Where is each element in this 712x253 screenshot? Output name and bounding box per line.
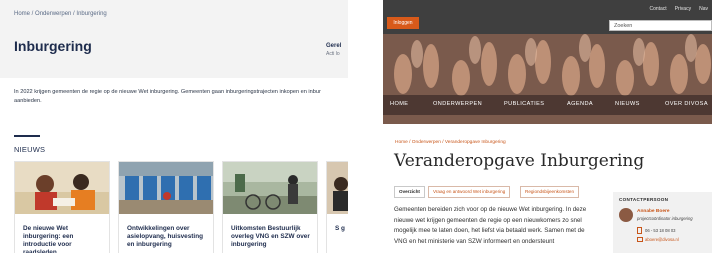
top-links: Contact Privacy Nav: [641, 6, 708, 12]
news-card-title: De nieuwe Wet inburgering: een introduct…: [23, 225, 74, 253]
news-card-image: [15, 162, 109, 214]
breadcrumb[interactable]: Home / Onderwerpen / Veranderopgave Inbu…: [395, 140, 506, 145]
login-button[interactable]: Inloggen: [387, 17, 419, 29]
nav-item-nieuws[interactable]: NIEUWS: [615, 101, 640, 107]
news-card[interactable]: Ontwikkelingen over asielopvang, huisves…: [118, 161, 214, 253]
screenshot-root: Home / Onderwerpen / Inburgering Inburge…: [0, 0, 712, 253]
news-card-image: [119, 162, 213, 214]
contact-heading: CONTACTPERSOON: [619, 197, 669, 202]
breadcrumb-home[interactable]: Home: [14, 11, 30, 17]
news-card-title: S g: [335, 225, 345, 232]
section-divider: [14, 135, 40, 137]
news-heading: NIEUWS: [14, 145, 46, 154]
related-label[interactable]: Gerel: [326, 43, 341, 49]
mail-icon: [637, 237, 643, 242]
page-title: Inburgering: [14, 38, 92, 54]
left-page: Home / Onderwerpen / Inburgering Inburge…: [0, 0, 348, 253]
nav-item-publicaties[interactable]: PUBLICATIES: [504, 101, 544, 107]
breadcrumb-onderwerpen[interactable]: Onderwerpen: [35, 11, 71, 17]
news-card[interactable]: Uitkomsten Bestuurlijk overleg VNG en SZ…: [222, 161, 318, 253]
nav-item-over-divosa[interactable]: OVER DIVOSA: [665, 101, 708, 107]
nav-item-agenda[interactable]: AGENDA: [567, 101, 593, 107]
top-link-privacy[interactable]: Privacy: [675, 6, 691, 12]
page-title: Veranderopgave Inburgering: [394, 151, 645, 171]
nav-item-onderwerpen[interactable]: ONDERWERPEN: [433, 101, 482, 107]
contact-name[interactable]: Annabe Boere: [637, 209, 670, 214]
news-card-title: Ontwikkelingen over asielopvang, huisves…: [127, 225, 203, 248]
breadcrumb: Home / Onderwerpen / Inburgering: [14, 11, 107, 17]
tab-vraag-en-antwoord[interactable]: Vraag en antwoord Wet inburgering: [428, 186, 511, 198]
contact-phone[interactable]: 06 - 53 18 08 03: [645, 228, 676, 233]
contact-card: CONTACTPERSOON Annabe Boere projectcoörd…: [613, 192, 712, 253]
news-card[interactable]: De nieuwe Wet inburgering: een introduct…: [14, 161, 110, 253]
news-card[interactable]: S g: [326, 161, 348, 253]
news-card-image: [327, 162, 348, 214]
search-input[interactable]: Zoeken: [609, 20, 712, 31]
tab-overzicht[interactable]: Overzicht: [394, 186, 425, 198]
nav-item-home[interactable]: HOME: [390, 101, 408, 107]
contact-email[interactable]: aboere@divosa.nl: [645, 237, 679, 242]
top-link-contact[interactable]: Contact: [649, 6, 666, 12]
avatar: [619, 208, 633, 222]
phone-icon: [637, 227, 642, 234]
news-card-image: [223, 162, 317, 214]
right-page: Contact Privacy Nav Inloggen Zoeken HOME…: [383, 0, 712, 253]
contact-role: projectcoördinator inburgering: [637, 216, 693, 221]
intro-text: In 2022 krijgen gemeenten de regie op de…: [14, 89, 321, 104]
tab-regiobijeenkomsten[interactable]: Regiondsbijeenkomsten: [520, 186, 580, 198]
news-card-title: Uitkomsten Bestuurlijk overleg VNG en SZ…: [231, 225, 310, 248]
breadcrumb-current: Inburgering: [76, 11, 107, 17]
top-link-nav[interactable]: Nav: [699, 6, 708, 12]
related-sub: Acti lo: [326, 51, 340, 57]
body-text: Gemeenten bereiden zich voor op de nieuw…: [394, 206, 587, 245]
